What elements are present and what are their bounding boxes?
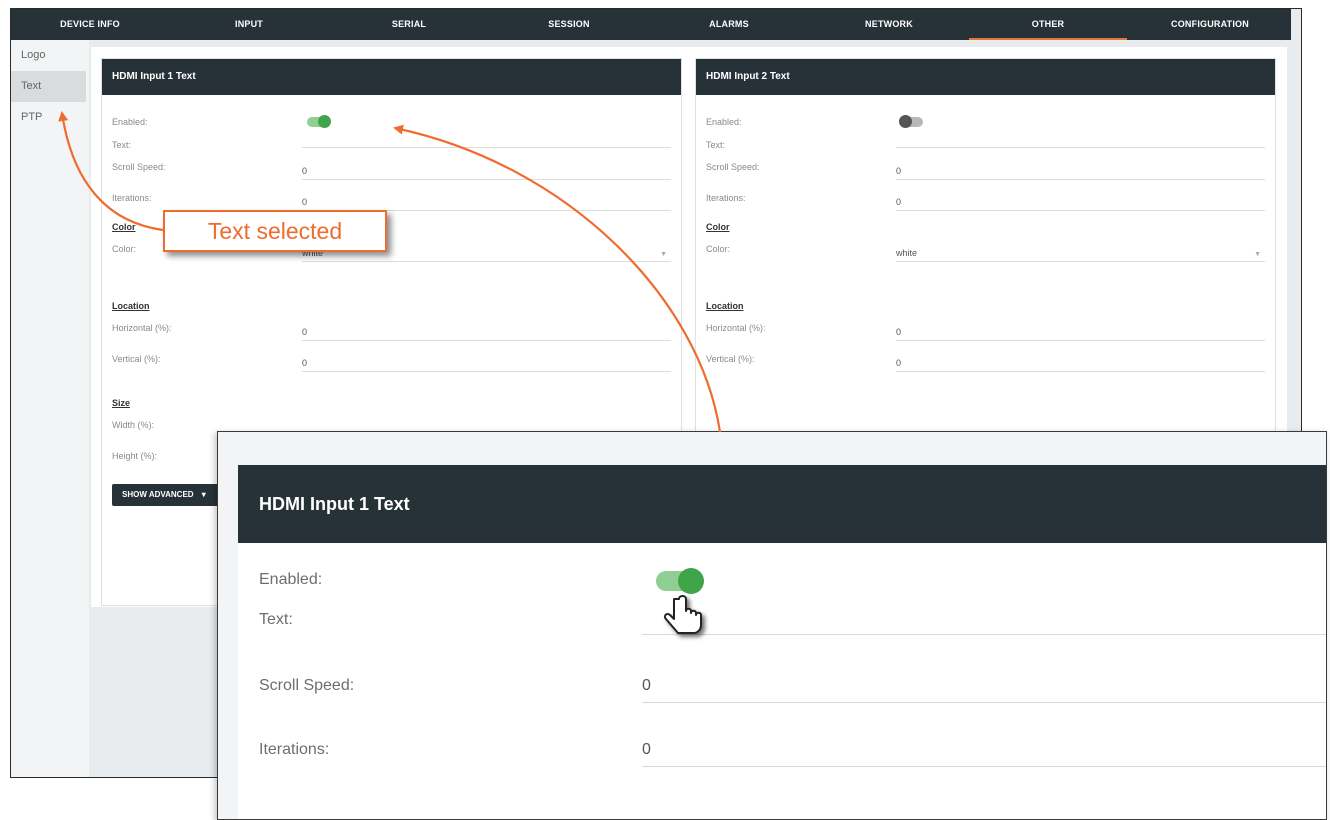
annotation-arrows bbox=[58, 111, 722, 433]
arrow-to-enabled-toggle bbox=[393, 124, 722, 433]
arrow-to-sidebar-text bbox=[58, 111, 164, 232]
